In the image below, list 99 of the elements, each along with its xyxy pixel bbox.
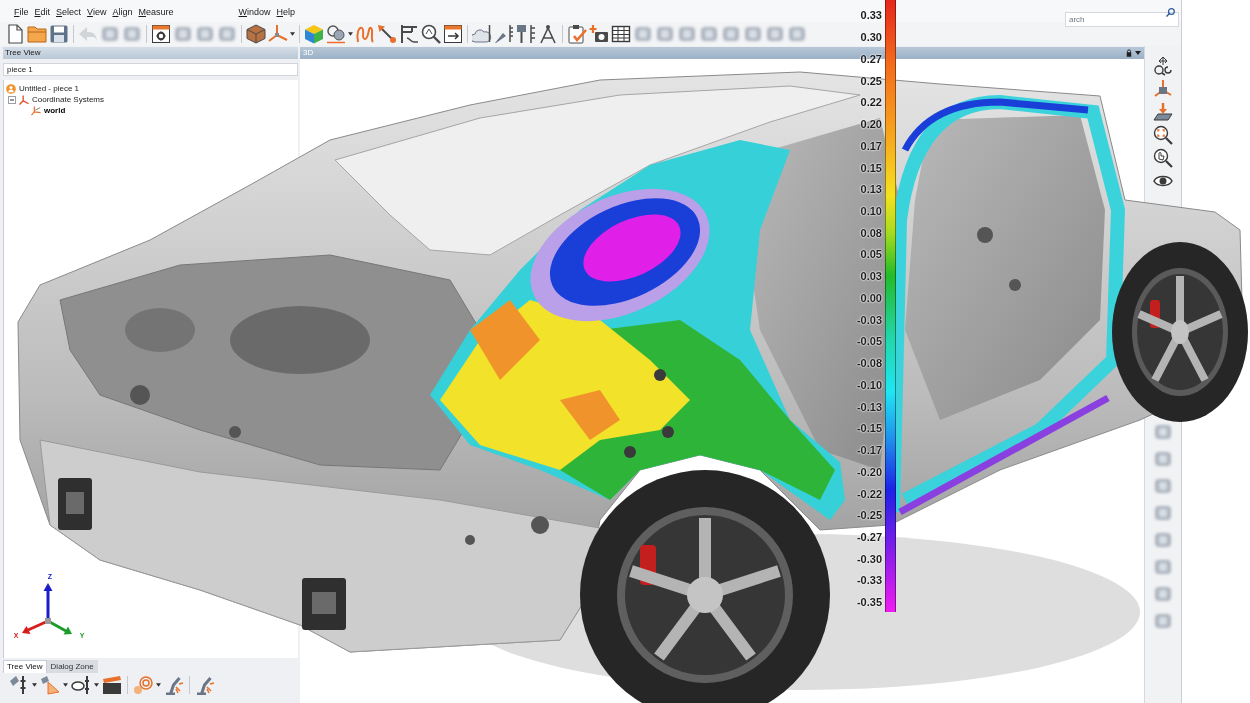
arrow-to-plane-icon[interactable] (1153, 102, 1173, 122)
save-icon[interactable] (49, 24, 69, 44)
scale-label: 0.27 (860, 53, 882, 65)
mounting-hole (654, 369, 666, 381)
scale-label: -0.35 (856, 597, 882, 609)
mounting-hole (1009, 279, 1021, 291)
scale-label: -0.33 (856, 575, 882, 587)
folder-icon[interactable] (27, 24, 47, 44)
compass-icon[interactable] (538, 24, 558, 44)
tow-hook (58, 478, 92, 530)
box-icon[interactable] (246, 24, 266, 44)
tree-item[interactable]: Coordinate Systems (32, 95, 105, 104)
search-field[interactable]: arch (1065, 12, 1179, 27)
mounting-hole (662, 426, 674, 438)
mounting-hole (624, 446, 636, 458)
menu-item[interactable]: Select (56, 8, 82, 17)
tree-item[interactable]: Untitled - piece 1 (19, 84, 80, 93)
robot-arm-icon[interactable] (164, 675, 184, 695)
scale-label: 0.25 (860, 75, 882, 87)
caret-icon[interactable] (290, 32, 295, 36)
clipboard-check-icon[interactable] (567, 24, 587, 44)
mounting-hole (977, 227, 993, 243)
caret-icon[interactable] (156, 683, 161, 687)
caret-icon[interactable] (348, 32, 353, 36)
filter-field[interactable]: piece 1 (3, 63, 298, 76)
scale-label: -0.05 (856, 336, 882, 348)
scale-label: -0.22 (856, 488, 882, 500)
mounting-hole (531, 516, 549, 534)
robot-arm-icon[interactable] (195, 675, 215, 695)
scale-label: -0.17 (856, 445, 882, 457)
scale-label: -0.25 (856, 510, 882, 522)
scale-label: 0.22 (860, 97, 882, 109)
menu-item[interactable]: Help (276, 8, 296, 17)
gear-window-icon[interactable] (151, 24, 171, 44)
tab[interactable]: Dialog Zone (46, 660, 98, 673)
scale-label: 0.20 (860, 119, 882, 131)
caret-icon[interactable] (32, 683, 37, 687)
scale-label: -0.20 (856, 466, 882, 478)
cube-icon[interactable] (304, 24, 324, 44)
scale-label: 0.10 (860, 205, 882, 217)
tow-hook (302, 578, 346, 630)
mounting-hole (465, 535, 475, 545)
search-icon[interactable] (1166, 8, 1175, 17)
probe-gauge-icon[interactable] (9, 675, 29, 695)
caret-icon[interactable] (94, 683, 99, 687)
collapse-icon[interactable] (8, 95, 16, 104)
scale-label: 0.08 (860, 227, 882, 239)
lock-icon[interactable] (1126, 49, 1132, 57)
tab[interactable]: Tree View (3, 660, 47, 673)
clapperboard-icon[interactable] (102, 675, 122, 695)
camera-plus-icon[interactable] (589, 24, 609, 44)
caliper-icon[interactable] (399, 24, 419, 44)
scale-label: -0.15 (856, 423, 882, 435)
axes-icon[interactable] (1153, 79, 1173, 99)
file-icon[interactable] (5, 24, 25, 44)
scale-label: -0.30 (856, 553, 882, 565)
scale-label: 0.00 (860, 292, 882, 304)
scale-label: -0.03 (856, 314, 882, 326)
scale-label: 0.30 (860, 32, 882, 44)
menu-item[interactable]: File (14, 8, 29, 17)
scale-label: -0.10 (856, 379, 882, 391)
panel-title: Tree View (5, 49, 41, 57)
probe-ruler-icon[interactable] (516, 24, 536, 44)
trunk-recess (125, 308, 195, 352)
menu-item[interactable]: Window (238, 8, 271, 17)
scale-label: 0.33 (860, 10, 882, 22)
hand-magnifier-icon[interactable] (1153, 148, 1173, 168)
scale-label: -0.13 (856, 401, 882, 413)
zoom-fit-icon[interactable] (1153, 125, 1173, 145)
z-axis-arrow (43, 583, 53, 621)
cloud-icon[interactable] (472, 24, 492, 44)
circles-icon[interactable] (326, 24, 346, 44)
scale-label: 0.03 (860, 271, 882, 283)
menu-item[interactable]: Align (112, 8, 133, 17)
axes-icon[interactable] (31, 105, 41, 116)
scale-label: -0.08 (856, 358, 882, 370)
scale-label: -0.27 (856, 532, 882, 543)
caret-icon[interactable] (1135, 51, 1141, 55)
table-icon[interactable] (611, 24, 631, 44)
menu-item[interactable]: Edit (34, 8, 51, 17)
menu-item[interactable]: Measure (138, 8, 174, 17)
mounting-hole (229, 426, 241, 438)
scale-label: 0.05 (860, 249, 882, 261)
tree-item[interactable]: world (44, 106, 66, 115)
origin-marker-icon (45, 618, 51, 624)
magnifier-icon[interactable] (421, 24, 441, 44)
brush-icon[interactable] (494, 24, 514, 44)
scale-label: 0.15 (860, 162, 882, 174)
mounting-hole (130, 385, 150, 405)
caret-icon[interactable] (63, 683, 68, 687)
menu-item[interactable]: View (87, 8, 107, 17)
scale-label: 0.13 (860, 184, 882, 196)
person-badge-icon[interactable] (6, 83, 16, 94)
dialog-window-icon[interactable] (443, 24, 463, 44)
axes-icon[interactable] (19, 94, 29, 105)
disk-gauge-icon[interactable] (71, 675, 91, 695)
scale-label: 0.17 (860, 140, 882, 152)
probe-icon[interactable] (377, 24, 397, 44)
pan-zoom-icon[interactable] (1153, 56, 1173, 76)
